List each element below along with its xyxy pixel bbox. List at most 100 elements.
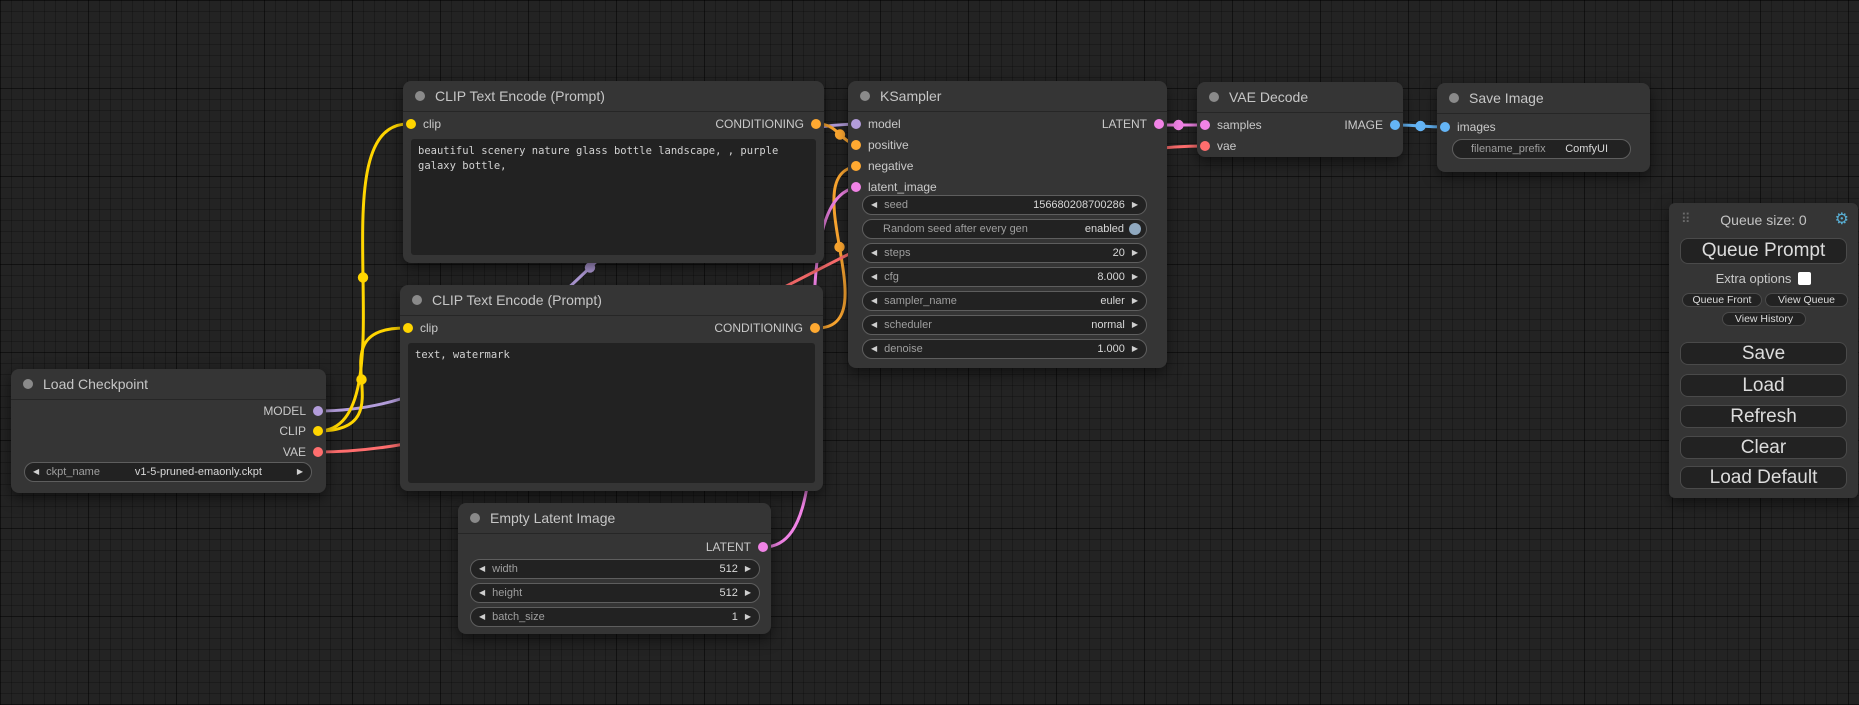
- prev-arrow-icon[interactable]: ◀: [871, 345, 877, 353]
- next-arrow-icon[interactable]: ▶: [1132, 297, 1138, 305]
- node-title-bar[interactable]: VAE Decode: [1197, 82, 1403, 113]
- input-slot-positive[interactable]: positive: [851, 138, 909, 152]
- node-title-bar[interactable]: KSampler: [848, 81, 1167, 112]
- input-slot-vae[interactable]: vae: [1200, 139, 1236, 153]
- output-slot-model[interactable]: MODEL: [263, 404, 323, 418]
- prev-arrow-icon[interactable]: ◀: [479, 565, 485, 573]
- input-slot-latent-image[interactable]: latent_image: [851, 180, 937, 194]
- conditioning-port-icon[interactable]: [851, 140, 861, 150]
- clip-port-icon[interactable]: [403, 323, 413, 333]
- random-seed-widget[interactable]: Random seed after every gen enabled: [862, 219, 1147, 239]
- node-title-bar[interactable]: Load Checkpoint: [11, 369, 326, 400]
- node-title-bar[interactable]: CLIP Text Encode (Prompt): [400, 285, 823, 316]
- latent-port-icon[interactable]: [1200, 120, 1210, 130]
- next-arrow-icon[interactable]: ▶: [1132, 345, 1138, 353]
- clip-port-icon[interactable]: [313, 426, 323, 436]
- sampler-name-widget[interactable]: ◀ sampler_name euler ▶: [862, 291, 1147, 311]
- view-queue-button[interactable]: View Queue: [1765, 293, 1848, 307]
- output-slot-vae[interactable]: VAE: [283, 445, 323, 459]
- collapse-dot-icon[interactable]: [23, 379, 33, 389]
- next-arrow-icon[interactable]: ▶: [1132, 249, 1138, 257]
- refresh-button[interactable]: Refresh: [1680, 405, 1847, 428]
- drag-handle-icon[interactable]: ⠿: [1681, 211, 1690, 227]
- node-title-bar[interactable]: CLIP Text Encode (Prompt): [403, 81, 824, 112]
- input-slot-model[interactable]: model: [851, 117, 901, 131]
- collapse-dot-icon[interactable]: [1449, 93, 1459, 103]
- prev-arrow-icon[interactable]: ◀: [871, 249, 877, 257]
- prev-arrow-icon[interactable]: ◀: [871, 297, 877, 305]
- prev-arrow-icon[interactable]: ◀: [479, 589, 485, 597]
- load-default-button[interactable]: Load Default: [1680, 466, 1847, 489]
- output-slot-conditioning[interactable]: CONDITIONING: [715, 117, 821, 131]
- latent-port-icon[interactable]: [758, 542, 768, 552]
- next-arrow-icon[interactable]: ▶: [297, 468, 303, 476]
- collapse-dot-icon[interactable]: [860, 91, 870, 101]
- latent-port-icon[interactable]: [851, 182, 861, 192]
- output-slot-image[interactable]: IMAGE: [1344, 118, 1400, 132]
- conditioning-port-icon[interactable]: [851, 161, 861, 171]
- save-button[interactable]: Save: [1680, 342, 1847, 365]
- prev-arrow-icon[interactable]: ◀: [479, 613, 485, 621]
- clear-button[interactable]: Clear: [1680, 436, 1847, 459]
- extra-options-checkbox[interactable]: [1798, 272, 1811, 285]
- denoise-widget[interactable]: ◀ denoise 1.000 ▶: [862, 339, 1147, 359]
- next-arrow-icon[interactable]: ▶: [745, 589, 751, 597]
- prev-arrow-icon[interactable]: ◀: [33, 468, 39, 476]
- ckpt-name-widget[interactable]: ◀ ckpt_name v1-5-pruned-emaonly.ckpt ▶: [24, 462, 312, 482]
- prev-arrow-icon[interactable]: ◀: [871, 321, 877, 329]
- output-slot-conditioning[interactable]: CONDITIONING: [714, 321, 820, 335]
- image-port-icon[interactable]: [1390, 120, 1400, 130]
- output-slot-latent[interactable]: LATENT: [706, 540, 768, 554]
- input-slot-samples[interactable]: samples: [1200, 118, 1262, 132]
- load-button[interactable]: Load: [1680, 374, 1847, 397]
- node-title-bar[interactable]: Empty Latent Image: [458, 503, 771, 534]
- image-port-icon[interactable]: [1440, 122, 1450, 132]
- collapse-dot-icon[interactable]: [412, 295, 422, 305]
- settings-gear-icon[interactable]: ⚙: [1835, 209, 1849, 229]
- model-port-icon[interactable]: [313, 406, 323, 416]
- steps-widget[interactable]: ◀ steps 20 ▶: [862, 243, 1147, 263]
- view-history-button[interactable]: View History: [1722, 312, 1806, 326]
- collapse-dot-icon[interactable]: [415, 91, 425, 101]
- prev-arrow-icon[interactable]: ◀: [871, 201, 877, 209]
- node-save-image[interactable]: Save Image images filename_prefix ComfyU…: [1437, 83, 1650, 172]
- width-widget[interactable]: ◀ width 512 ▶: [470, 559, 760, 579]
- input-slot-clip[interactable]: clip: [406, 117, 441, 131]
- batch-size-widget[interactable]: ◀ batch_size 1 ▶: [470, 607, 760, 627]
- prev-arrow-icon[interactable]: ◀: [871, 273, 877, 281]
- queue-prompt-button[interactable]: Queue Prompt: [1680, 238, 1847, 264]
- conditioning-port-icon[interactable]: [810, 323, 820, 333]
- vae-port-icon[interactable]: [1200, 141, 1210, 151]
- cfg-widget[interactable]: ◀ cfg 8.000 ▶: [862, 267, 1147, 287]
- node-clip-text-encode-negative[interactable]: CLIP Text Encode (Prompt) clip CONDITION…: [400, 285, 823, 491]
- prompt-textarea[interactable]: text, watermark: [408, 343, 815, 483]
- collapse-dot-icon[interactable]: [1209, 92, 1219, 102]
- queue-front-button[interactable]: Queue Front: [1682, 293, 1762, 307]
- node-ksampler[interactable]: KSampler model positive negative latent_…: [848, 81, 1167, 368]
- collapse-dot-icon[interactable]: [470, 513, 480, 523]
- seed-widget[interactable]: ◀ seed 156680208700286 ▶: [862, 195, 1147, 215]
- output-slot-latent[interactable]: LATENT: [1102, 117, 1164, 131]
- next-arrow-icon[interactable]: ▶: [745, 613, 751, 621]
- vae-port-icon[interactable]: [313, 447, 323, 457]
- node-load-checkpoint[interactable]: Load Checkpoint MODEL CLIP VAE ◀ ckpt_na…: [11, 369, 326, 493]
- height-widget[interactable]: ◀ height 512 ▶: [470, 583, 760, 603]
- queue-panel[interactable]: ⠿ Queue size: 0 ⚙ Queue Prompt Extra opt…: [1669, 203, 1858, 498]
- node-title-bar[interactable]: Save Image: [1437, 83, 1650, 114]
- latent-port-icon[interactable]: [1154, 119, 1164, 129]
- conditioning-port-icon[interactable]: [811, 119, 821, 129]
- next-arrow-icon[interactable]: ▶: [1132, 273, 1138, 281]
- model-port-icon[interactable]: [851, 119, 861, 129]
- filename-prefix-widget[interactable]: filename_prefix ComfyUI: [1452, 139, 1631, 159]
- input-slot-clip[interactable]: clip: [403, 321, 438, 335]
- toggle-icon[interactable]: [1129, 223, 1141, 235]
- input-slot-images[interactable]: images: [1440, 120, 1496, 134]
- node-empty-latent-image[interactable]: Empty Latent Image LATENT ◀ width 512 ▶ …: [458, 503, 771, 634]
- node-clip-text-encode-positive[interactable]: CLIP Text Encode (Prompt) clip CONDITION…: [403, 81, 824, 263]
- node-graph-canvas[interactable]: Load Checkpoint MODEL CLIP VAE ◀ ckpt_na…: [0, 0, 1859, 705]
- scheduler-widget[interactable]: ◀ scheduler normal ▶: [862, 315, 1147, 335]
- next-arrow-icon[interactable]: ▶: [1132, 321, 1138, 329]
- clip-port-icon[interactable]: [406, 119, 416, 129]
- node-vae-decode[interactable]: VAE Decode samples vae IMAGE: [1197, 82, 1403, 157]
- input-slot-negative[interactable]: negative: [851, 159, 913, 173]
